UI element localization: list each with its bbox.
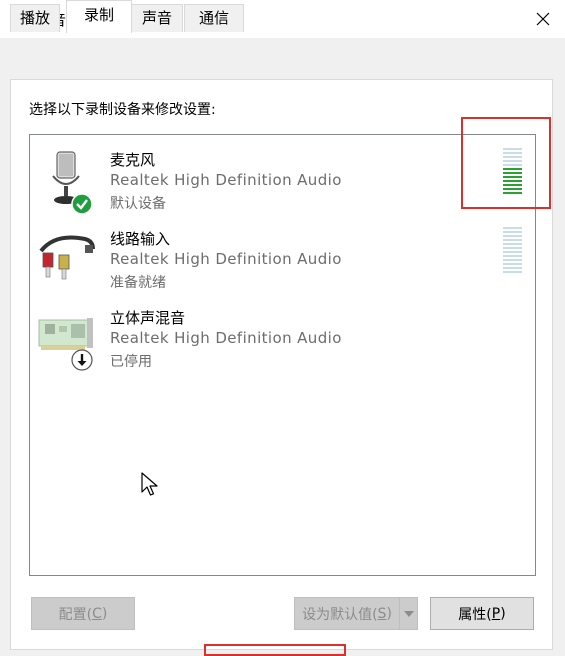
device-name: 立体声混音 [110,309,186,327]
ok-button-highlight-box [204,644,346,656]
close-button[interactable] [521,0,565,38]
tab-label: 播放 [19,9,50,27]
meter-segment [503,235,522,237]
device-name: 麦克风 [110,151,156,169]
meter-segment [503,263,522,265]
meter-segment [503,227,522,229]
device-item-stereo-mix[interactable]: 立体声混音 Realtek High Definition Audio 已停用 [30,297,535,371]
device-list[interactable]: 麦克风 Realtek High Definition Audio 默认设备 线… [29,134,536,576]
meter-segment [503,243,522,245]
tab-label: 录制 [83,6,114,24]
default-check-icon [71,193,93,215]
device-name: 线路输入 [110,230,171,248]
rca-cable-icon [39,235,95,280]
device-item-microphone[interactable]: 麦克风 Realtek High Definition Audio 默认设备 [30,139,535,215]
device-status: 默认设备 [110,196,166,212]
set-default-button[interactable]: 设为默认值(S) [294,597,400,630]
meter-segment [503,259,522,261]
tab-label: 声音 [141,9,172,27]
button-label-end: ) [386,605,392,622]
chevron-down-icon [403,610,414,617]
device-status: 已停用 [110,354,152,370]
meter-segment [503,267,522,269]
meter-segment [503,271,522,273]
tab-recording[interactable]: 录制 [66,0,132,33]
button-label-end: ) [500,605,506,622]
tab-playback[interactable]: 播放 [10,4,60,32]
configure-button[interactable]: 配置(C) [31,597,135,630]
device-driver: Realtek High Definition Audio [110,250,342,268]
button-access-key: S [377,605,387,622]
close-icon [536,12,550,26]
button-label: 设为默认值( [302,606,378,623]
device-driver: Realtek High Definition Audio [110,329,342,347]
meter-segment [503,255,522,257]
meter-segment [503,239,522,241]
meter-segment [503,251,522,253]
tab-communications[interactable]: 通信 [184,4,244,32]
set-default-dropdown-button[interactable] [399,597,418,630]
disabled-arrow-icon [71,349,93,371]
mouse-pointer-icon [141,472,158,496]
level-meter [503,227,522,275]
button-label-end: ) [101,605,108,622]
meter-highlight-box [461,117,551,209]
button-label: 配置( [58,606,93,623]
meter-segment [503,247,522,249]
tab-label: 通信 [198,9,229,27]
button-access-key: C [92,605,102,622]
tab-sounds[interactable]: 声音 [131,4,183,32]
device-item-line-in[interactable]: 线路输入 Realtek High Definition Audio 准备就绪 [30,218,535,292]
meter-segment [503,231,522,233]
instruction-text: 选择以下录制设备来修改设置: [29,102,216,118]
properties-button[interactable]: 属性(P) [430,597,534,630]
button-access-key: P [491,605,501,622]
device-status: 准备就绪 [110,275,166,291]
device-driver: Realtek High Definition Audio [110,171,342,189]
button-label: 属性( [458,606,492,623]
